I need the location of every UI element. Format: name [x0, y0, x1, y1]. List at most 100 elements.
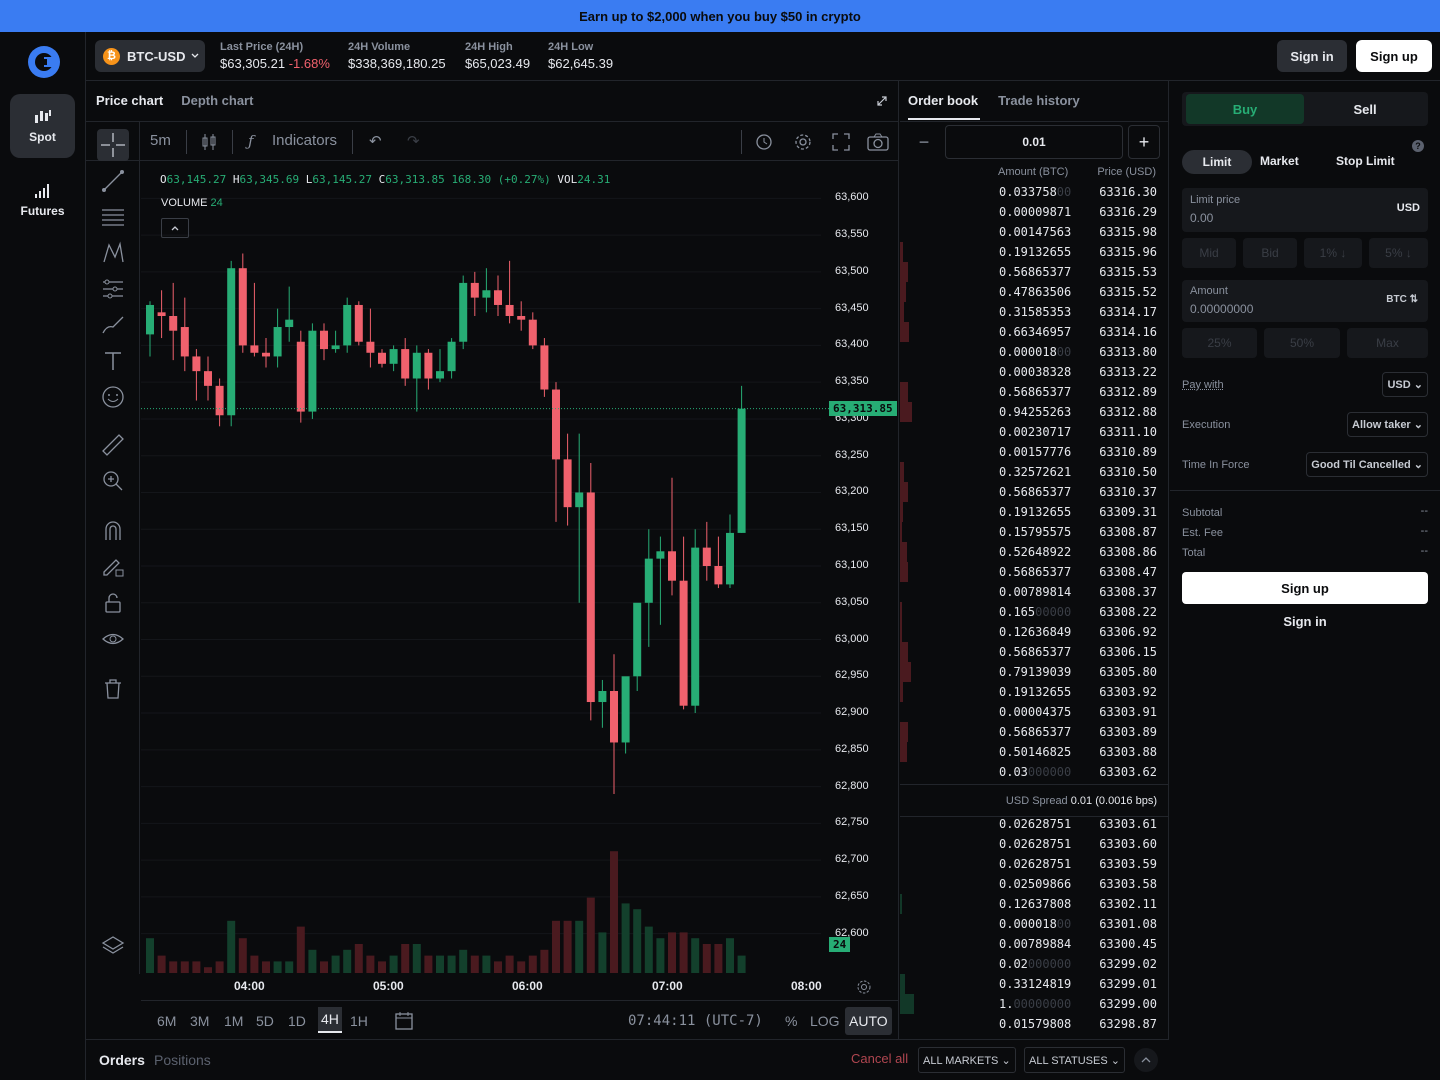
- settings-gear-icon[interactable]: [793, 132, 813, 152]
- interval-select[interactable]: 5m: [150, 132, 171, 149]
- help-icon[interactable]: ?: [1412, 140, 1424, 152]
- ask-row[interactable]: 0.00001800 63313.80: [900, 342, 1169, 362]
- tab-orders[interactable]: Orders: [99, 1052, 145, 1068]
- ask-row[interactable]: 0.94255263 63312.88: [900, 402, 1169, 422]
- camera-icon[interactable]: [867, 133, 889, 151]
- ask-row[interactable]: 0.15795575 63308.87: [900, 522, 1169, 542]
- range-1d[interactable]: 1D: [288, 1013, 306, 1029]
- ask-row[interactable]: 0.00009871 63316.29: [900, 202, 1169, 222]
- pay-with-select[interactable]: USD ⌄: [1382, 372, 1428, 397]
- limit-price-input[interactable]: 0.00: [1190, 211, 1213, 225]
- ask-row[interactable]: 0.56865377 63303.89: [900, 722, 1169, 742]
- trendline-tool[interactable]: [97, 165, 129, 197]
- ask-row[interactable]: 0.56865377 63310.37: [900, 482, 1169, 502]
- amount-currency-toggle[interactable]: BTC ⇅: [1386, 294, 1418, 305]
- auto-toggle[interactable]: AUTO: [845, 1007, 892, 1035]
- axis-settings-icon[interactable]: [856, 979, 872, 995]
- execution-select[interactable]: Allow taker ⌄: [1347, 412, 1428, 437]
- fib-tool[interactable]: [97, 201, 129, 233]
- forecast-tool[interactable]: [97, 273, 129, 305]
- delete-tool[interactable]: [97, 673, 129, 705]
- layers-tool[interactable]: [97, 929, 129, 961]
- ask-row[interactable]: 0.19132655 63309.31: [900, 502, 1169, 522]
- ask-row[interactable]: 0.00004375 63303.91: [900, 702, 1169, 722]
- ask-row[interactable]: 0.00230717 63311.10: [900, 422, 1169, 442]
- lock-drawing-tool[interactable]: [97, 551, 129, 583]
- bid-row[interactable]: 0.01579808 63298.87: [900, 1014, 1169, 1034]
- ask-row[interactable]: 0.00147563 63315.98: [900, 222, 1169, 242]
- quick-price-1pct[interactable]: 1% ↓: [1304, 238, 1362, 268]
- pair-selector[interactable]: ₿ BTC-USD: [95, 40, 205, 72]
- ask-row[interactable]: 0.19132655 63315.96: [900, 242, 1169, 262]
- ask-row[interactable]: 0.56865377 63306.15: [900, 642, 1169, 662]
- header-sign-in-button[interactable]: Sign in: [1277, 40, 1347, 72]
- quick-amount-max[interactable]: Max: [1347, 328, 1428, 358]
- decrease-increment-button[interactable]: −: [910, 126, 938, 158]
- nav-futures[interactable]: Futures: [10, 168, 75, 232]
- ask-row[interactable]: 0.00038328 63313.22: [900, 362, 1169, 382]
- ask-row[interactable]: 0.12636849 63306.92: [900, 622, 1169, 642]
- ask-row[interactable]: 0.50146825 63303.88: [900, 742, 1169, 762]
- ask-row[interactable]: 0.79139039 63305.80: [900, 662, 1169, 682]
- price-chart[interactable]: O63,145.27 H63,345.69 L63,145.27 C63,313…: [141, 161, 899, 974]
- ask-row[interactable]: 0.19132655 63303.92: [900, 682, 1169, 702]
- ask-row[interactable]: 0.56865377 63315.53: [900, 262, 1169, 282]
- ask-row[interactable]: 0.66346957 63314.16: [900, 322, 1169, 342]
- ask-row[interactable]: 0.16500000 63308.22: [900, 602, 1169, 622]
- quick-price-5pct[interactable]: 5% ↓: [1369, 238, 1428, 268]
- expand-orders-button[interactable]: [1134, 1048, 1158, 1072]
- emoji-tool[interactable]: [97, 381, 129, 413]
- order-type-market[interactable]: Market: [1260, 154, 1299, 168]
- all-statuses-filter[interactable]: ALL STATUSES ⌄: [1024, 1047, 1125, 1073]
- ask-row[interactable]: 0.56865377 63312.89: [900, 382, 1169, 402]
- quick-price-bid[interactable]: Bid: [1243, 238, 1297, 268]
- tab-depth-chart[interactable]: Depth chart: [181, 93, 253, 108]
- all-markets-filter[interactable]: ALL MARKETS ⌄: [918, 1047, 1016, 1073]
- tab-trade-history[interactable]: Trade history: [998, 93, 1080, 120]
- range-1m[interactable]: 1M: [224, 1013, 243, 1029]
- candlestick-chart[interactable]: [141, 161, 899, 974]
- range-1h[interactable]: 1H: [350, 1013, 368, 1029]
- header-sign-up-button[interactable]: Sign up: [1356, 40, 1432, 72]
- unlock-tool[interactable]: [97, 587, 129, 619]
- crosshair-tool[interactable]: [97, 129, 129, 161]
- pattern-tool[interactable]: [97, 237, 129, 269]
- bid-row[interactable]: 0.12637808 63302.11: [900, 894, 1169, 914]
- bid-row[interactable]: 0.33124819 63299.01: [900, 974, 1169, 994]
- form-sign-in-link[interactable]: Sign in: [1182, 614, 1428, 629]
- cancel-all-button[interactable]: Cancel all: [851, 1051, 908, 1066]
- zoom-tool[interactable]: [97, 465, 129, 497]
- hide-tool[interactable]: [97, 623, 129, 655]
- tab-order-book[interactable]: Order book: [908, 93, 981, 120]
- range-4h[interactable]: 4H: [318, 1007, 342, 1033]
- ruler-tool[interactable]: [97, 429, 129, 461]
- ask-row[interactable]: 0.47863506 63315.52: [900, 282, 1169, 302]
- quick-amount-50[interactable]: 50%: [1264, 328, 1340, 358]
- expand-icon[interactable]: [876, 95, 888, 107]
- coinbase-logo[interactable]: [26, 44, 62, 80]
- bid-row[interactable]: 0.02628751 63303.60: [900, 834, 1169, 854]
- quick-amount-25[interactable]: 25%: [1182, 328, 1257, 358]
- increase-increment-button[interactable]: +: [1128, 125, 1160, 159]
- undo-icon[interactable]: ↶: [369, 132, 382, 150]
- bid-row[interactable]: 0.00789884 63300.45: [900, 934, 1169, 954]
- order-type-stop-limit[interactable]: Stop Limit: [1336, 154, 1395, 168]
- nav-spot[interactable]: Spot: [10, 94, 75, 158]
- date-range-icon[interactable]: [394, 1011, 414, 1031]
- bid-row[interactable]: 0.02628751 63303.61: [900, 814, 1169, 834]
- promo-banner[interactable]: Earn up to $2,000 when you buy $50 in cr…: [0, 0, 1440, 32]
- indicators-button[interactable]: Indicators: [272, 132, 337, 149]
- bid-row[interactable]: 0.02509866 63303.58: [900, 874, 1169, 894]
- alert-clock-icon[interactable]: [755, 132, 775, 152]
- log-toggle[interactable]: LOG: [810, 1013, 840, 1029]
- ask-row[interactable]: 0.00157776 63310.89: [900, 442, 1169, 462]
- quick-price-mid[interactable]: Mid: [1182, 238, 1236, 268]
- ask-row[interactable]: 0.56865377 63308.47: [900, 562, 1169, 582]
- ask-row[interactable]: 0.00789814 63308.37: [900, 582, 1169, 602]
- sell-tab[interactable]: Sell: [1306, 94, 1424, 124]
- buy-tab[interactable]: Buy: [1186, 94, 1304, 124]
- candle-type-icon[interactable]: [201, 133, 217, 151]
- amount-input[interactable]: 0.00000000: [1190, 302, 1253, 316]
- ask-row[interactable]: 0.31585353 63314.17: [900, 302, 1169, 322]
- increment-value[interactable]: 0.01: [945, 125, 1123, 159]
